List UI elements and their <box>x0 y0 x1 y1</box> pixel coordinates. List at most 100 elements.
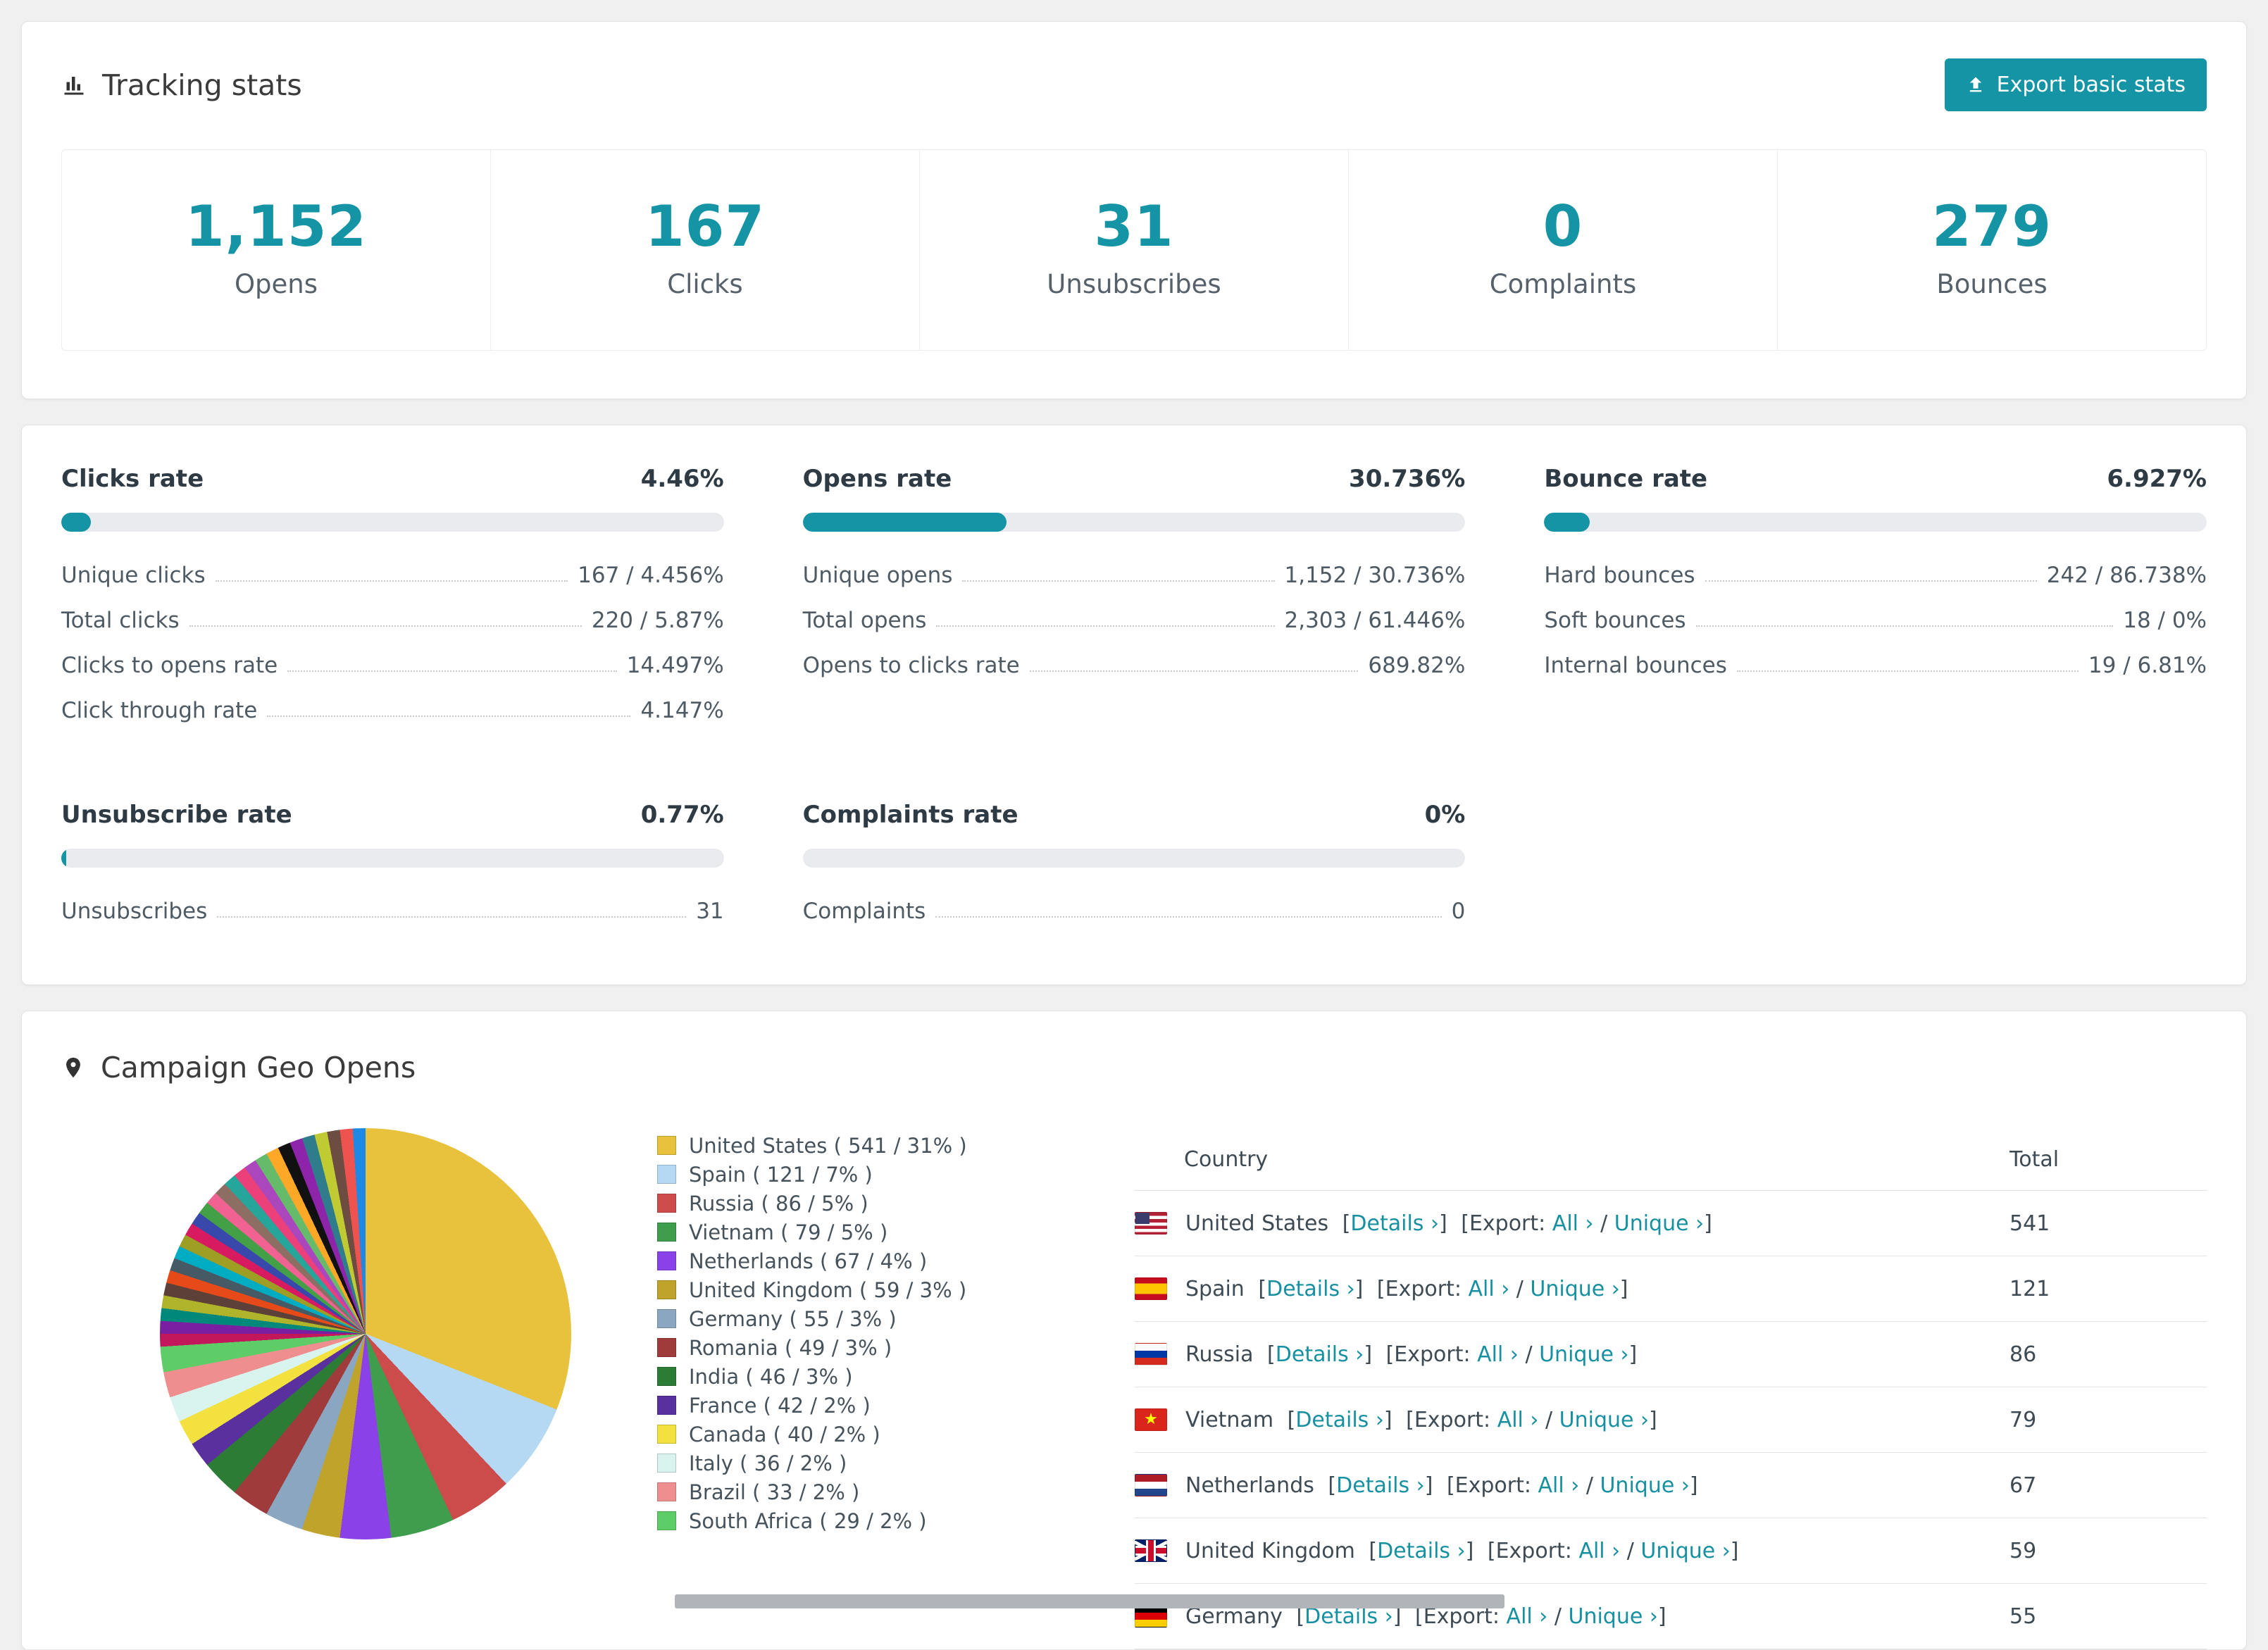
progress-bar <box>803 513 1466 532</box>
stat-value: 1,152 <box>62 194 490 259</box>
rate-row-label: Hard bounces <box>1544 563 1695 588</box>
rate-row-value: 2,303 / 61.446% <box>1285 608 1466 633</box>
country-name: United Kingdom <box>1185 1539 1355 1563</box>
rate-row: Click through rate 4.147% <box>61 688 724 733</box>
geo-table-header: Country Total <box>1135 1128 2207 1191</box>
export-icon <box>1966 75 1986 95</box>
details-link[interactable]: Details › <box>1295 1408 1384 1432</box>
legend-label: Spain ( 121 / 7% ) <box>689 1163 873 1187</box>
details-link[interactable]: Details › <box>1336 1473 1425 1498</box>
table-row: Netherlands [Details ›] [Export: All › /… <box>1135 1453 2207 1518</box>
stat-label: Unsubscribes <box>920 269 1348 299</box>
bracket: ] <box>1628 1342 1637 1367</box>
details-link[interactable]: Details › <box>1266 1277 1355 1301</box>
legend-item: Italy ( 36 / 2% ) <box>657 1449 1080 1477</box>
campaign-geo-opens-card: Campaign Geo Opens United States ( 541 /… <box>21 1011 2247 1650</box>
rate-row-value: 167 / 4.456% <box>578 563 724 588</box>
export-unique-link[interactable]: Unique › <box>1530 1277 1619 1301</box>
export-segment: [Export: All › / Unique ›] <box>1406 1408 1657 1432</box>
stat-value: 167 <box>491 194 919 259</box>
dotted-leader <box>267 715 630 717</box>
bracket: ] <box>1620 1277 1628 1301</box>
bar-chart-icon <box>61 73 87 98</box>
legend-label: South Africa ( 29 / 2% ) <box>689 1509 927 1533</box>
table-row: Russia [Details ›] [Export: All › / Uniq… <box>1135 1322 2207 1387</box>
slash: / <box>1554 1604 1562 1629</box>
progress-bar <box>1544 513 2207 532</box>
dotted-leader <box>1737 670 2079 672</box>
geo-pie-legend: United States ( 541 / 31% ) Spain ( 121 … <box>657 1128 1080 1535</box>
legend-label: Russia ( 86 / 5% ) <box>689 1192 868 1215</box>
details-link[interactable]: Details › <box>1377 1539 1466 1563</box>
export-segment: [Export: All › / Unique ›] <box>1488 1539 1739 1563</box>
export-unique-link[interactable]: Unique › <box>1614 1211 1704 1236</box>
export-all-link[interactable]: All › <box>1538 1473 1580 1498</box>
rate-row-label: Clicks to opens rate <box>61 653 278 678</box>
export-unique-link[interactable]: Unique › <box>1568 1604 1657 1629</box>
bracket: ] <box>1649 1408 1657 1432</box>
export-all-link[interactable]: All › <box>1477 1342 1519 1367</box>
details-link[interactable]: Details › <box>1276 1342 1364 1367</box>
rate-row: Total clicks 220 / 5.87% <box>61 598 724 643</box>
progress-bar-fill <box>1544 513 1590 532</box>
country-name: Spain <box>1185 1277 1245 1301</box>
export-all-link[interactable]: All › <box>1507 1604 1548 1629</box>
table-row: Vietnam [Details ›] [Export: All › / Uni… <box>1135 1387 2207 1453</box>
dotted-leader <box>936 625 1274 627</box>
country-flag-icon <box>1135 1212 1167 1235</box>
geo-table-body: United States [Details ›] [Export: All ›… <box>1135 1191 2207 1649</box>
export-all-link[interactable]: All › <box>1578 1539 1620 1563</box>
export-all-link[interactable]: All › <box>1497 1408 1539 1432</box>
rate-title: Unsubscribe rate <box>61 801 292 829</box>
legend-label: United Kingdom ( 59 / 3% ) <box>689 1278 966 1302</box>
progress-bar-fill <box>61 513 91 532</box>
stat-label: Clicks <box>491 269 919 299</box>
details-segment: [Details ›] <box>1258 1277 1363 1301</box>
rates-card: Clicks rate 4.46% Unique clicks 167 / 4.… <box>21 425 2247 985</box>
progress-bar <box>61 513 724 532</box>
bracket: [ <box>1267 1342 1276 1367</box>
bracket: ] <box>1355 1277 1364 1301</box>
rate-value: 30.736% <box>1349 465 1465 493</box>
dotted-leader <box>1030 670 1359 672</box>
legend-item: India ( 46 / 3% ) <box>657 1362 1080 1391</box>
progress-bar-fill <box>61 849 66 868</box>
legend-swatch <box>657 1396 676 1415</box>
bracket: ] <box>1704 1211 1712 1236</box>
geo-table: Country Total United States [Det <box>1135 1128 2207 1649</box>
dotted-leader <box>216 580 568 582</box>
rate-row-value: 0 <box>1452 899 1466 924</box>
legend-label: Canada ( 40 / 2% ) <box>689 1423 880 1446</box>
geo-pie-chart[interactable] <box>160 1128 571 1539</box>
tracking-stats-title: Tracking stats <box>102 68 302 102</box>
rate-row-label: Unique clicks <box>61 563 206 588</box>
legend-item: Canada ( 40 / 2% ) <box>657 1420 1080 1449</box>
legend-swatch <box>657 1136 676 1155</box>
rate-row-label: Soft bounces <box>1544 608 1686 633</box>
legend-item: United Kingdom ( 59 / 3% ) <box>657 1275 1080 1304</box>
rate-row-label: Opens to clicks rate <box>803 653 1020 678</box>
legend-swatch <box>657 1511 676 1530</box>
export-unique-link[interactable]: Unique › <box>1640 1539 1730 1563</box>
export-unique-link[interactable]: Unique › <box>1559 1408 1649 1432</box>
slash: / <box>1586 1473 1593 1498</box>
legend-item: Russia ( 86 / 5% ) <box>657 1189 1080 1218</box>
legend-swatch <box>657 1165 676 1184</box>
export-unique-link[interactable]: Unique › <box>1600 1473 1689 1498</box>
dotted-leader <box>962 580 1274 582</box>
export-all-link[interactable]: All › <box>1552 1211 1594 1236</box>
details-link[interactable]: Details › <box>1350 1211 1439 1236</box>
bracket: ] <box>1364 1342 1372 1367</box>
export-unique-link[interactable]: Unique › <box>1539 1342 1628 1367</box>
complaints-rate-block: Complaints rate 0% Complaints 0 <box>803 801 1466 934</box>
horizontal-scrollbar[interactable] <box>675 1594 1504 1608</box>
rate-row-value: 4.147% <box>640 698 723 723</box>
export-all-link[interactable]: All › <box>1468 1277 1509 1301</box>
rate-row-value: 242 / 86.738% <box>2047 563 2207 588</box>
unsubscribe-rate-block: Unsubscribe rate 0.77% Unsubscribes 31 <box>61 801 724 934</box>
rate-rows: Hard bounces 242 / 86.738% Soft bounces … <box>1544 553 2207 688</box>
export-basic-stats-button[interactable]: Export basic stats <box>1945 58 2207 111</box>
dotted-leader <box>1696 625 2114 627</box>
rate-title: Clicks rate <box>61 465 204 493</box>
legend-swatch <box>657 1482 676 1501</box>
